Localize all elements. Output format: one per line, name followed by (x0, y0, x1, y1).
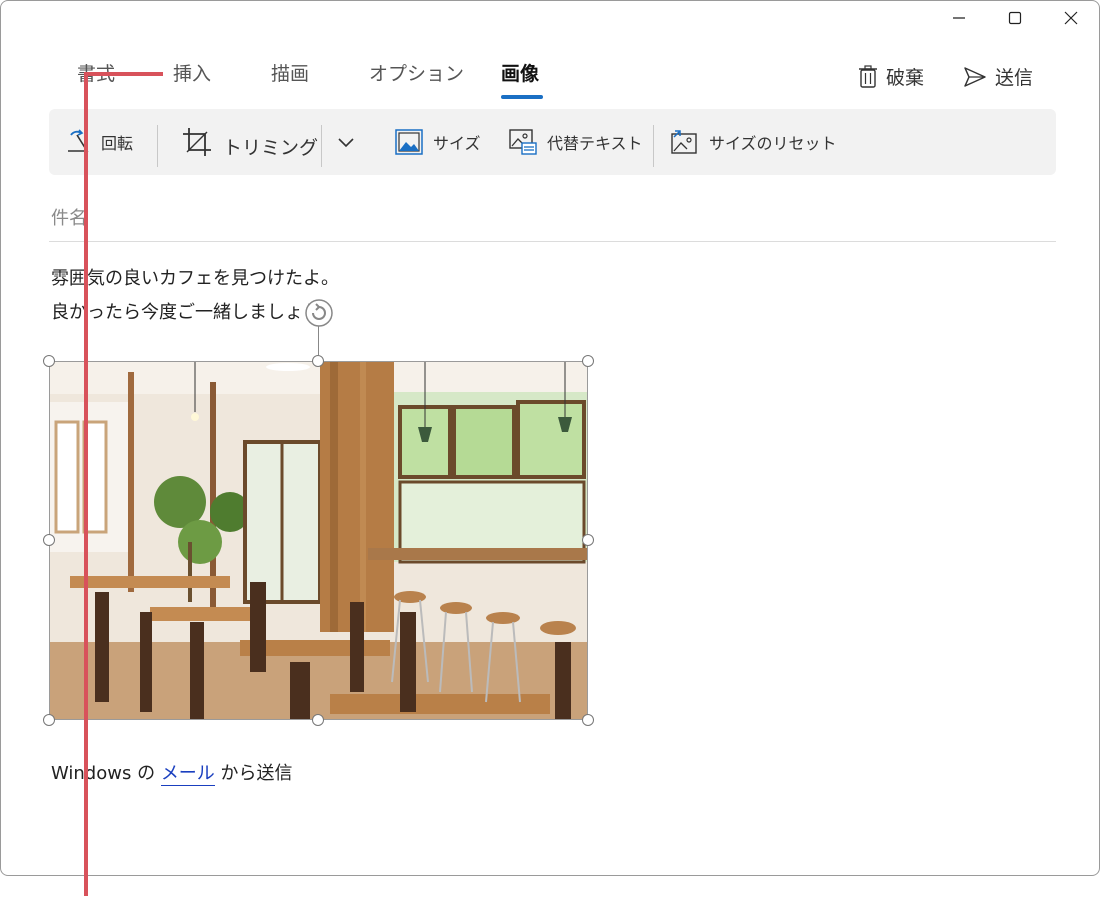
minimize-button[interactable] (931, 1, 987, 35)
mail-app-link[interactable]: メール (160, 763, 215, 786)
maximize-button[interactable] (987, 1, 1043, 35)
resize-handle-top[interactable] (312, 355, 324, 367)
rotate-label: 回転 (101, 134, 134, 153)
crop-options-dropdown[interactable] (337, 109, 355, 175)
tab-insert[interactable]: 挿入 (173, 59, 211, 86)
resize-handle-bottom-right[interactable] (582, 714, 594, 726)
mail-compose-window: 書式 挿入 描画 オプション 画像 破棄 送信 (0, 0, 1100, 876)
resize-handle-bottom[interactable] (312, 714, 324, 726)
window-caption-buttons (931, 1, 1099, 35)
send-icon (964, 66, 986, 87)
alt-text-label: 代替テキスト (547, 134, 643, 153)
body-text-line[interactable]: 雰囲気の良いカフェを見つけたよ。 (51, 264, 339, 290)
annotation-callout-line (84, 72, 163, 76)
crop-label: トリミング (223, 136, 319, 159)
discard-button[interactable]: 破棄 (858, 63, 924, 90)
resize-handle-right[interactable] (582, 534, 594, 546)
resize-handle-top-right[interactable] (582, 355, 594, 367)
body-text-line[interactable]: 良かったら今度ご一緒しましょう。 (51, 298, 338, 324)
chevron-down-icon (338, 138, 354, 148)
alt-text-icon (509, 129, 537, 155)
tab-draw[interactable]: 描画 (271, 59, 309, 86)
trash-icon (859, 64, 877, 88)
crop-button[interactable]: トリミング (181, 109, 318, 175)
close-button[interactable] (1043, 1, 1099, 35)
send-label: 送信 (995, 67, 1034, 89)
annotation-callout-line (84, 72, 88, 896)
reset-image-size-icon (671, 130, 697, 154)
ribbon-separator (157, 125, 158, 167)
size-label: サイズ (433, 134, 481, 153)
rotate-button[interactable]: 回転 (65, 109, 133, 175)
maximize-icon (1008, 11, 1022, 25)
picture-ribbon: 回転 トリミング サイズ 代替テキスト サイズのリセット (49, 109, 1056, 175)
image-size-icon (395, 129, 423, 155)
resize-handle-top-left[interactable] (43, 355, 55, 367)
rotate-handle-icon[interactable] (304, 298, 334, 328)
tab-picture[interactable]: 画像 (501, 59, 539, 86)
tab-options[interactable]: オプション (369, 59, 464, 86)
cafe-photo-illustration (50, 362, 587, 719)
minimize-icon (953, 17, 965, 19)
reset-size-button[interactable]: サイズのリセット (671, 109, 837, 175)
discard-label: 破棄 (886, 67, 925, 89)
subject-field[interactable]: 件名 (51, 204, 87, 230)
resize-handle-left[interactable] (43, 534, 55, 546)
resize-handle-bottom-left[interactable] (43, 714, 55, 726)
close-icon (1064, 11, 1078, 25)
reset-size-label: サイズのリセット (709, 134, 837, 153)
ribbon-separator (321, 125, 322, 167)
signature-suffix: から送信 (220, 763, 293, 784)
send-button[interactable]: 送信 (963, 63, 1033, 90)
subject-divider (49, 241, 1056, 242)
alt-text-button[interactable]: 代替テキスト (509, 109, 643, 175)
inserted-cafe-photo[interactable] (49, 361, 588, 720)
active-tab-indicator (501, 95, 543, 99)
crop-icon (183, 128, 211, 156)
signature-prefix: Windows の (51, 763, 156, 784)
size-button[interactable]: サイズ (395, 109, 481, 175)
ribbon-separator (653, 125, 654, 167)
